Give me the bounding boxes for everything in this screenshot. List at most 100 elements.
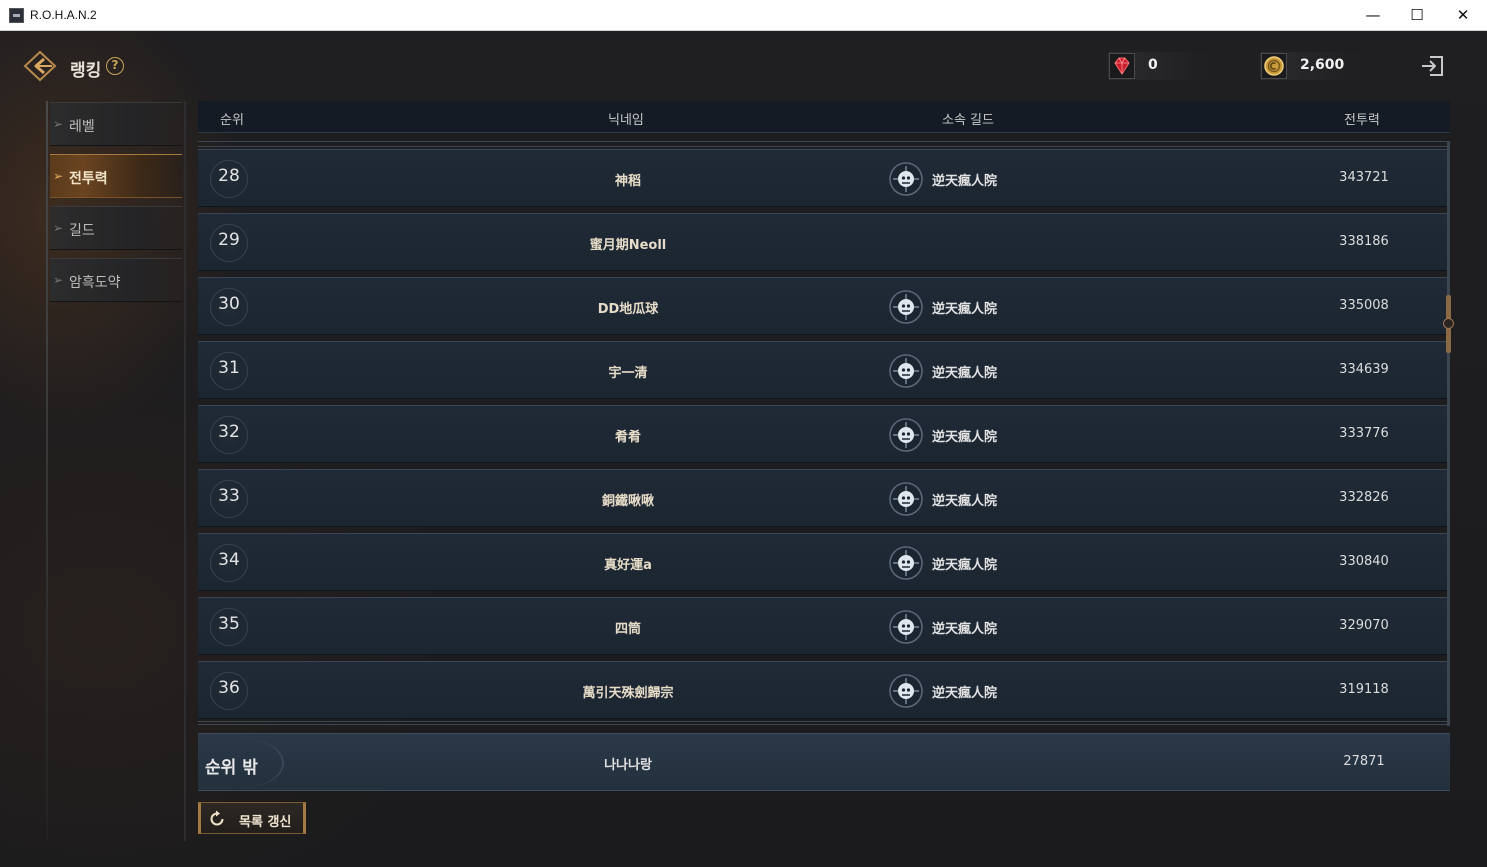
table-row[interactable]: 29 蜜月期Neoll 338186 (198, 213, 1448, 271)
exit-icon[interactable] (1418, 51, 1448, 81)
close-window-button[interactable]: ✕ (1440, 0, 1486, 31)
guild-name: 逆天瘋人院 (932, 494, 998, 509)
ranking-table-header: 순위 닉네임 소속 길드 전투력 (198, 101, 1450, 133)
table-row[interactable]: 31 宇一清 逆天瘋人院 334639 (198, 341, 1448, 399)
table-row[interactable]: 35 四筒 逆天瘋人院 329070 (198, 597, 1448, 655)
help-icon[interactable]: ? (106, 57, 124, 75)
combat-power: 333776 (1339, 426, 1389, 441)
gem-count: 0 (1148, 57, 1158, 73)
gold-currency: 2,600 (1260, 52, 1372, 80)
guild-name: 逆天瘋人院 (932, 302, 998, 317)
my-rank-row: 순위 밖 나나나랑 27871 (198, 733, 1450, 791)
ruby-gem-icon (1109, 53, 1135, 79)
refresh-button-label: 목록 갱신 (239, 815, 292, 830)
header-guild: 소속 길드 (942, 113, 994, 128)
guild-emblem-icon (889, 482, 923, 516)
page-title: 랭킹 (70, 61, 102, 81)
nickname[interactable]: 肴肴 (528, 426, 728, 445)
rank-number: 34 (218, 550, 240, 570)
guild-emblem-icon (889, 290, 923, 324)
table-row[interactable]: 28 神稻 逆天瘋人院 343721 (198, 149, 1448, 207)
rank-number: 36 (218, 678, 240, 698)
nickname[interactable]: 真好運a (528, 554, 728, 573)
chevron-right-icon: ➢ (53, 221, 64, 235)
my-rank: 순위 밖 (205, 758, 258, 778)
guild-name: 逆天瘋人院 (932, 622, 998, 637)
chevron-right-icon: ➢ (53, 169, 64, 183)
sidebar-item-label: 전투력 (69, 171, 108, 187)
rank-number: 35 (218, 614, 240, 634)
table-row[interactable]: 33 銅鐵啾啾 逆天瘋人院 332826 (198, 469, 1448, 527)
combat-power: 332826 (1339, 490, 1389, 505)
table-row[interactable]: 30 DD地瓜球 逆天瘋人院 335008 (198, 277, 1448, 335)
combat-power: 330840 (1339, 554, 1389, 569)
scrollbar-track[interactable] (1447, 141, 1450, 726)
scrollbar-knob[interactable] (1443, 318, 1454, 329)
guild-emblem-icon (889, 674, 923, 708)
combat-power: 329070 (1339, 618, 1389, 633)
sidebar-item-label: 암흑도약 (69, 275, 121, 291)
nickname[interactable]: 蜜月期Neoll (528, 234, 728, 253)
back-button[interactable] (22, 49, 58, 83)
ranking-list[interactable]: 28 神稻 逆天瘋人院 343721 29 蜜月期Neoll 338186 30… (198, 141, 1448, 726)
combat-power: 334639 (1339, 362, 1389, 377)
guild-name: 逆天瘋人院 (932, 686, 998, 701)
combat-power: 338186 (1339, 234, 1389, 249)
rank-number: 32 (218, 422, 240, 442)
guild-emblem-icon (889, 354, 923, 388)
game-viewport: 랭킹 ? 0 2,600 ➢ 레벨 ➢ 전투력 ➢ 길드 ➢ 암흑도약 순위 닉… (0, 31, 1487, 867)
table-row[interactable]: 34 真好運a 逆天瘋人院 330840 (198, 533, 1448, 591)
nickname[interactable]: 萬引天殊劍歸宗 (528, 682, 728, 701)
sidebar-divider (184, 101, 186, 841)
guild-emblem-icon (889, 610, 923, 644)
combat-power: 319118 (1339, 682, 1389, 697)
my-combat-power: 27871 (1343, 754, 1385, 769)
sidebar-item-label: 레벨 (69, 119, 95, 135)
app-icon (9, 8, 24, 23)
guild-name: 逆天瘋人院 (932, 558, 998, 573)
gold-count: 2,600 (1300, 57, 1345, 73)
back-arrow-icon (23, 50, 57, 82)
rank-number: 30 (218, 294, 240, 314)
guild-emblem-icon (889, 162, 923, 196)
nickname[interactable]: 四筒 (528, 618, 728, 637)
nickname[interactable]: 銅鐵啾啾 (528, 490, 728, 509)
sidebar-item-combat-power[interactable]: ➢ 전투력 (50, 154, 182, 198)
sidebar-item-label: 길드 (69, 223, 95, 239)
guild-emblem-icon (889, 546, 923, 580)
gold-coin-icon (1261, 53, 1287, 79)
my-nickname: 나나나랑 (604, 758, 652, 773)
table-row[interactable]: 32 肴肴 逆天瘋人院 333776 (198, 405, 1448, 463)
sidebar-rail (46, 101, 48, 841)
guild-name: 逆天瘋人院 (932, 174, 998, 189)
window-titlebar: R.O.H.A.N.2 — ☐ ✕ (0, 0, 1487, 31)
nickname[interactable]: DD地瓜球 (528, 298, 728, 317)
window-title: R.O.H.A.N.2 (30, 8, 97, 22)
chevron-right-icon: ➢ (53, 117, 64, 131)
rank-number: 33 (218, 486, 240, 506)
maximize-button[interactable]: ☐ (1394, 0, 1440, 31)
gem-currency: 0 (1108, 52, 1220, 80)
nickname[interactable]: 神稻 (528, 170, 728, 189)
sidebar-item-dark-leap[interactable]: ➢ 암흑도약 (50, 258, 182, 302)
rank-number: 28 (218, 166, 240, 186)
header-rank: 순위 (220, 113, 244, 128)
header-power: 전투력 (1344, 113, 1380, 128)
guild-emblem-icon (889, 418, 923, 452)
combat-power: 335008 (1339, 298, 1389, 313)
chevron-right-icon: ➢ (53, 273, 64, 287)
combat-power: 343721 (1339, 170, 1389, 185)
guild-name: 逆天瘋人院 (932, 366, 998, 381)
refresh-list-button[interactable]: 목록 갱신 (198, 802, 306, 834)
header-nickname: 닉네임 (608, 113, 644, 128)
list-bottom-divider (198, 721, 1448, 725)
rank-number: 29 (218, 230, 240, 250)
table-row[interactable]: 36 萬引天殊劍歸宗 逆天瘋人院 319118 (198, 661, 1448, 719)
guild-name: 逆天瘋人院 (932, 430, 998, 445)
rank-number: 31 (218, 358, 240, 378)
sidebar-item-guild[interactable]: ➢ 길드 (50, 206, 182, 250)
refresh-icon (210, 810, 224, 826)
sidebar-item-level[interactable]: ➢ 레벨 (50, 102, 182, 146)
minimize-button[interactable]: — (1350, 0, 1396, 31)
nickname[interactable]: 宇一清 (528, 362, 728, 381)
